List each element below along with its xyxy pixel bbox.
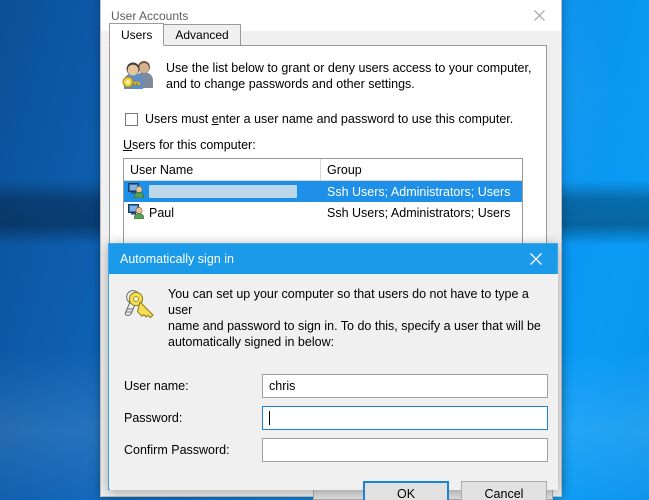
confirm-password-field-row: Confirm Password: xyxy=(124,438,548,462)
keys-icon xyxy=(122,286,168,350)
username-text: Paul xyxy=(149,205,175,220)
password-field-row: Password: xyxy=(124,406,548,430)
cell-group: Ssh Users; Administrators; Users xyxy=(327,205,511,220)
users-list-label-accel: U xyxy=(123,138,133,152)
intro-block: Use the list below to grant or deny user… xyxy=(122,58,532,93)
user-name-label: User name: xyxy=(124,379,189,393)
password-input[interactable] xyxy=(262,406,548,430)
page-title: User Accounts xyxy=(111,9,189,23)
autologon-intro-text: You can set up your computer so that use… xyxy=(168,286,547,350)
cell-user-name xyxy=(124,182,321,201)
autologon-intro-line-3: automatically signed in below: xyxy=(168,335,335,349)
text-caret xyxy=(269,411,270,425)
intro-line-1: Use the list below to grant or deny user… xyxy=(166,61,532,75)
users-list-label: Users for this computer: xyxy=(123,138,256,152)
table-row[interactable]: Ssh Users; Administrators; Users xyxy=(124,181,522,202)
cancel-button-label: Cancel xyxy=(484,486,524,500)
ok-button[interactable]: OK xyxy=(363,481,449,500)
tab-users-label: Users xyxy=(121,27,153,42)
autologon-titlebar: Automatically sign in xyxy=(109,244,557,274)
column-header-user-name[interactable]: User Name xyxy=(124,159,321,181)
tabstrip: Users Advanced xyxy=(109,23,241,46)
automatically-sign-in-dialog: Automatically sign in You can set up you… xyxy=(108,243,558,500)
cell-user-name: Paul xyxy=(124,203,321,222)
intro-line-2: and to change passwords and other settin… xyxy=(166,77,415,91)
user-account-icon xyxy=(128,182,145,201)
checkbox-label-accel: e xyxy=(211,112,219,126)
tab-advanced[interactable]: Advanced xyxy=(163,24,241,46)
user-name-value: chris xyxy=(269,379,296,393)
intro-text: Use the list below to grant or deny user… xyxy=(166,58,531,93)
tab-users[interactable]: Users xyxy=(109,23,165,46)
autologon-intro-line-2: name and password to sign in. To do this… xyxy=(168,319,541,333)
tab-advanced-label: Advanced xyxy=(175,28,229,42)
user-name-field-row: User name: chris xyxy=(124,374,548,398)
require-credentials-label: Users must enter a user name and passwor… xyxy=(145,112,513,126)
cancel-button[interactable]: Cancel xyxy=(461,481,547,500)
listview-header: User Name Group xyxy=(124,159,522,181)
autologon-intro-block: You can set up your computer so that use… xyxy=(122,286,547,350)
user-name-input[interactable]: chris xyxy=(262,374,548,398)
user-account-icon xyxy=(128,203,145,222)
autologon-body: You can set up your computer so that use… xyxy=(110,274,558,500)
cell-group: Ssh Users; Administrators; Users xyxy=(327,184,511,199)
checkbox-label-before: Users must xyxy=(145,112,212,126)
users-group-icon xyxy=(122,58,166,93)
close-icon[interactable] xyxy=(517,1,561,29)
require-credentials-checkbox-row[interactable]: Users must enter a user name and passwor… xyxy=(125,112,513,126)
autologon-intro-line-1: You can set up your computer so that use… xyxy=(168,287,529,317)
users-list-label-rest: sers for this computer: xyxy=(132,138,256,152)
confirm-password-input[interactable] xyxy=(262,438,548,462)
column-header-group[interactable]: Group xyxy=(321,159,522,181)
checkbox-label-after: nter a user name and password to use thi… xyxy=(218,112,514,126)
password-label: Password: xyxy=(124,411,183,425)
require-credentials-checkbox[interactable] xyxy=(125,112,138,126)
confirm-password-label: Confirm Password: xyxy=(124,443,230,457)
redacted-username xyxy=(149,185,297,198)
ok-button-label: OK xyxy=(396,486,416,500)
autologon-title: Automatically sign in xyxy=(120,252,234,266)
close-icon[interactable] xyxy=(515,244,557,274)
table-row[interactable]: Paul Ssh Users; Administrators; Users xyxy=(124,202,522,223)
